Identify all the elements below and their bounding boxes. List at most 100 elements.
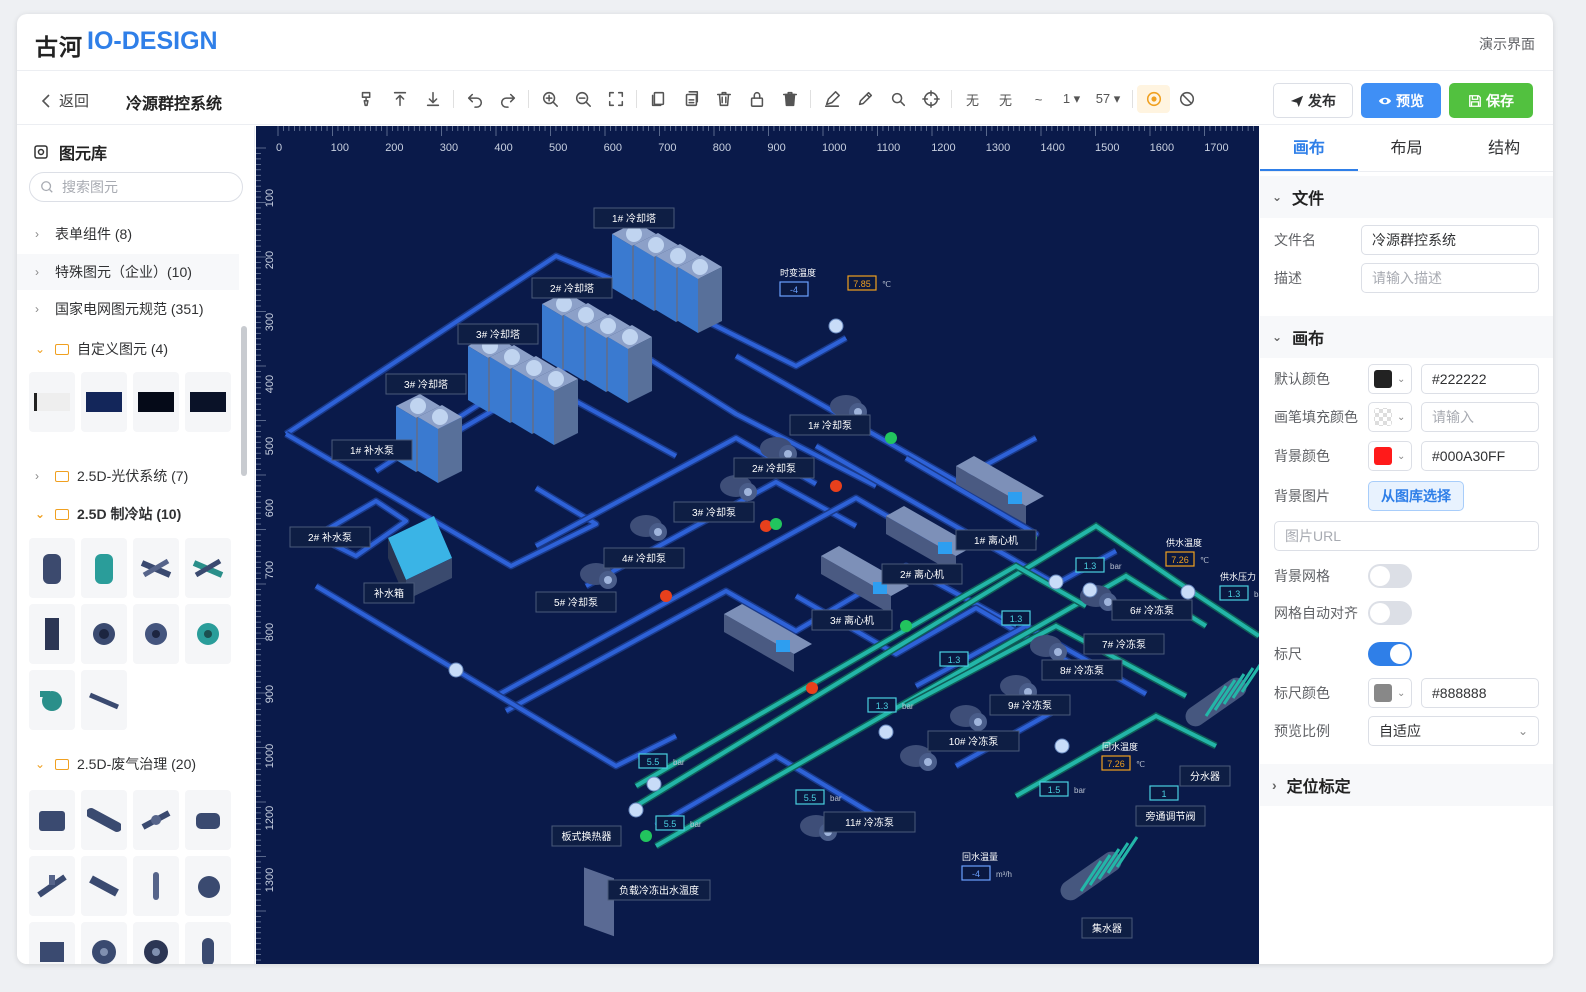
file-section-header[interactable]: ⌄ 文件 (1260, 176, 1553, 218)
tab-layout[interactable]: 布局 (1358, 126, 1456, 171)
bring-to-top-button[interactable] (383, 85, 416, 113)
fit-screen-button[interactable] (599, 85, 632, 113)
demo-label[interactable]: 演示界面 (1479, 34, 1535, 54)
description-input[interactable]: 请输入描述 (1361, 263, 1539, 293)
canvas-section-header[interactable]: ⌄ 画布 (1260, 316, 1553, 358)
element-axial-fan-2[interactable] (133, 922, 179, 964)
element-housing[interactable] (29, 790, 75, 850)
line-style-select[interactable]: ~ (1022, 85, 1055, 113)
category-special-elements[interactable]: › 特殊图元（企业）(10) (17, 254, 239, 290)
preview-button[interactable]: 预览 (1361, 83, 1441, 118)
delete-button[interactable] (707, 85, 740, 113)
label-collector: 集水器 (1092, 922, 1122, 935)
back-button[interactable]: 返回 (41, 90, 89, 111)
copy-button[interactable] (641, 85, 674, 113)
image-url-input[interactable]: 图片URL (1274, 521, 1539, 551)
element-pipe-assembly[interactable] (133, 538, 179, 598)
element-vessel[interactable] (185, 922, 231, 964)
format-painter-button[interactable] (350, 85, 383, 113)
publish-button[interactable]: 发布 (1273, 83, 1353, 118)
ruler-top-label: 200 (385, 142, 403, 154)
locate-section-header[interactable]: › 定位标定 (1260, 764, 1553, 806)
grid-snap-toggle[interactable] (1368, 601, 1412, 625)
element-blower-teal[interactable] (29, 670, 75, 730)
bg-color-picker[interactable]: ⌄ (1368, 441, 1412, 471)
category-waste-gas[interactable]: ⌄ 2.5D-废气治理 (20) (17, 746, 239, 782)
element-fan-housing[interactable] (29, 922, 75, 964)
element-pump[interactable] (81, 604, 127, 664)
label-cooling-pump-1: 1# 冷却泵 (808, 419, 852, 432)
element-valve[interactable] (81, 670, 127, 730)
redo-button[interactable] (491, 85, 524, 113)
design-canvas[interactable]: 0 100 200 300 400 500 600 700 800 900 1000 1100 1200… (256, 126, 1259, 964)
element-thumbnail[interactable] (81, 372, 127, 432)
category-form-components[interactable]: › 表单组件 (8) (17, 216, 239, 252)
element-pipe-joint[interactable] (133, 790, 179, 850)
duplicate-button[interactable] (674, 85, 707, 113)
zoom-select[interactable]: 57 ▾ (1088, 85, 1128, 113)
category-custom-elements[interactable]: ⌄ 自定义图元 (4) (17, 331, 239, 367)
color-chip (1374, 447, 1392, 465)
element-cylinder[interactable] (81, 790, 127, 850)
ruler-color-input[interactable]: #888888 (1421, 678, 1539, 708)
choose-from-library-button[interactable]: 从图库选择 (1368, 481, 1464, 511)
save-button[interactable]: 保存 (1449, 83, 1533, 118)
element-valve-pipe[interactable] (29, 856, 75, 916)
disable-button[interactable] (1170, 85, 1203, 113)
library-scrollbar-thumb[interactable] (241, 326, 247, 476)
line-start-select[interactable]: 无 (956, 85, 989, 113)
send-to-bottom-button[interactable] (416, 85, 449, 113)
default-color-input[interactable]: #222222 (1421, 364, 1539, 394)
element-blower[interactable] (185, 856, 231, 916)
file-name-input[interactable]: 冷源群控系统 (1361, 225, 1539, 255)
line-width-select[interactable]: 1 ▾ (1055, 85, 1088, 113)
element-motor[interactable] (185, 790, 231, 850)
category-state-grid[interactable]: › 国家电网图元规范 (351) (17, 291, 239, 327)
preview-ratio-select[interactable]: 自适应 ⌄ (1368, 716, 1539, 746)
brush-fill-input[interactable]: 请输入 (1421, 402, 1539, 432)
element-fan[interactable] (133, 604, 179, 664)
element-thumbnail[interactable] (29, 372, 75, 432)
readout-return-temp-title: 回水温度 (1102, 741, 1138, 752)
library-scrollbar[interactable] (241, 226, 247, 964)
search-button[interactable] (881, 85, 914, 113)
element-pipe-assembly-teal[interactable] (185, 538, 231, 598)
category-pv-system[interactable]: › 2.5D-光伏系统 (7) (17, 458, 239, 494)
element-axial-fan[interactable] (81, 922, 127, 964)
pencil-button[interactable] (848, 85, 881, 113)
element-thumbnail[interactable] (185, 372, 231, 432)
brush-fill-picker[interactable]: ⌄ (1368, 402, 1412, 432)
zoom-in-button[interactable] (533, 85, 566, 113)
properties-panel: 画布 布局 结构 ⌄ 文件 文件名 冷源群控系统 描述 请输入描述 ⌄ 画布 默… (1260, 126, 1553, 964)
element-thumbnail[interactable] (133, 372, 179, 432)
element-cabinet[interactable] (29, 604, 75, 664)
element-heater[interactable] (81, 856, 127, 916)
pressure-gauge (878, 724, 894, 740)
line-end-select[interactable]: 无 (989, 85, 1022, 113)
bg-color-input[interactable]: #000A30FF (1421, 441, 1539, 471)
category-chiller-station[interactable]: ⌄ 2.5D 制冷站 (10) (17, 496, 239, 532)
tab-structure[interactable]: 结构 (1455, 126, 1553, 171)
element-fan-teal[interactable] (185, 604, 231, 664)
ruler-toggle[interactable] (1368, 642, 1412, 666)
bg-grid-toggle[interactable] (1368, 564, 1412, 588)
element-column[interactable] (133, 856, 179, 916)
clear-button[interactable] (773, 85, 806, 113)
locate-button[interactable] (914, 85, 947, 113)
lock-button[interactable] (740, 85, 773, 113)
readout-time-temp-value: -4 (790, 285, 798, 295)
element-tank[interactable] (29, 538, 75, 598)
undo-button[interactable] (458, 85, 491, 113)
pen-button[interactable] (815, 85, 848, 113)
anchor-toggle-button[interactable] (1137, 85, 1170, 113)
tab-canvas[interactable]: 画布 (1260, 126, 1358, 171)
chevron-down-icon: ⌄ (1272, 190, 1283, 204)
chiller-2-panel (938, 542, 952, 554)
library-search-input[interactable]: 搜索图元 (29, 172, 243, 202)
default-color-picker[interactable]: ⌄ (1368, 364, 1412, 394)
zoom-out-button[interactable] (566, 85, 599, 113)
ruler-color-picker[interactable]: ⌄ (1368, 678, 1412, 708)
blower-icon (198, 876, 220, 898)
element-tank-teal[interactable] (81, 538, 127, 598)
chevron-left-icon (41, 93, 50, 108)
